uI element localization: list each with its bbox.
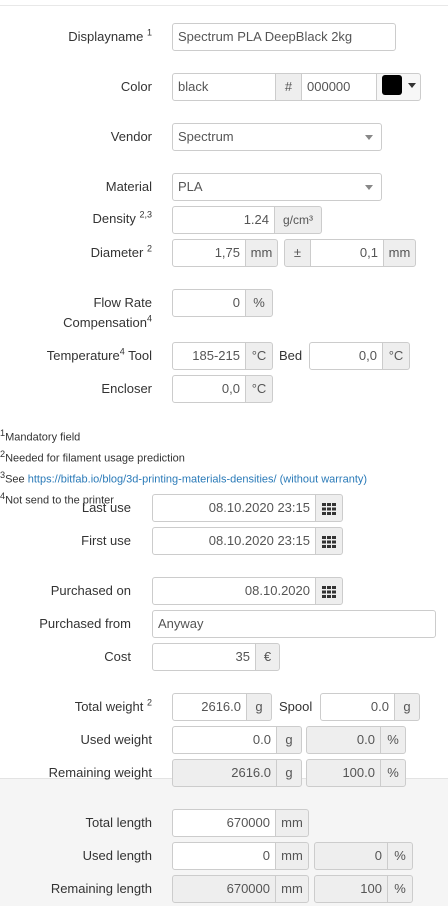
cost-label: Cost: [104, 649, 131, 664]
calendar-icon: [322, 535, 336, 548]
top-divider: [0, 5, 448, 6]
spool-weight-unit: g: [394, 693, 420, 721]
total-weight-label: Total weight 2: [74, 697, 152, 714]
used-length-percent-unit: %: [387, 842, 413, 870]
flow-rate-input[interactable]: 0: [172, 289, 246, 317]
used-weight-label: Used weight: [80, 732, 152, 747]
remaining-length-percent: 100: [314, 875, 388, 903]
used-weight-percent-unit: %: [380, 726, 406, 754]
displayname-input[interactable]: Spectrum PLA DeepBlack 2kg: [172, 23, 396, 51]
vendor-select[interactable]: Spectrum: [172, 123, 382, 151]
remaining-length-input: 670000: [172, 875, 276, 903]
footnote-2: 2Needed for filament usage prediction: [0, 449, 185, 465]
used-weight-unit: g: [276, 726, 302, 754]
color-swatch: [382, 75, 402, 95]
remaining-weight-unit: g: [276, 759, 302, 787]
remaining-length-label: Remaining length: [50, 881, 152, 896]
vendor-label: Vendor: [110, 129, 152, 144]
purchased-from-label: Purchased from: [39, 616, 131, 631]
displayname-label: Displayname 1: [68, 27, 152, 44]
used-length-percent: 0: [314, 842, 388, 870]
remaining-weight-percent: 100.0: [306, 759, 381, 787]
diameter-unit: mm: [245, 239, 278, 267]
purchased-on-input[interactable]: 08.10.2020: [152, 577, 316, 605]
encloser-input[interactable]: 0,0: [172, 375, 246, 403]
spool-weight-input[interactable]: 0.0: [320, 693, 395, 721]
diameter-input[interactable]: 1,75: [172, 239, 246, 267]
density-unit: g/cm³: [274, 206, 322, 234]
diameter-label: Diameter 2: [90, 243, 152, 260]
used-length-unit: mm: [275, 842, 309, 870]
diameter-tolerance-input[interactable]: 0,1: [310, 239, 384, 267]
color-name-input[interactable]: black: [172, 73, 276, 101]
used-length-input[interactable]: 0: [172, 842, 276, 870]
calendar-icon: [322, 585, 336, 598]
first-use-label: First use: [81, 533, 131, 548]
plus-minus-addon: ±: [284, 239, 311, 267]
total-weight-unit: g: [246, 693, 272, 721]
used-weight-input[interactable]: 0.0: [172, 726, 277, 754]
tolerance-unit: mm: [383, 239, 416, 267]
density-input[interactable]: 1.24: [172, 206, 275, 234]
last-use-label: Last use: [81, 500, 131, 515]
flow-rate-unit: %: [245, 289, 273, 317]
footnote-3: 3See https://bitfab.io/blog/3d-printing-…: [0, 470, 368, 486]
calendar-button[interactable]: [315, 494, 343, 522]
chevron-down-icon: [365, 135, 373, 140]
calendar-button[interactable]: [315, 577, 343, 605]
first-use-input[interactable]: 08.10.2020 23:15: [152, 527, 316, 555]
remaining-length-percent-unit: %: [387, 875, 413, 903]
material-select[interactable]: PLA: [172, 173, 382, 201]
flow-rate-label-line2: Compensation4: [63, 313, 152, 330]
tool-temperature-input[interactable]: 185-215: [172, 342, 246, 370]
total-length-input[interactable]: 670000: [172, 809, 276, 837]
bed-temperature-input[interactable]: 0,0: [309, 342, 383, 370]
chevron-down-icon: [365, 185, 373, 190]
material-label: Material: [105, 179, 152, 194]
calendar-icon: [322, 502, 336, 515]
color-label: Color: [120, 79, 152, 94]
used-weight-percent: 0.0: [306, 726, 381, 754]
remaining-weight-percent-unit: %: [380, 759, 406, 787]
tool-temperature-unit: °C: [245, 342, 273, 370]
last-use-input[interactable]: 08.10.2020 23:15: [152, 494, 316, 522]
bed-temperature-unit: °C: [382, 342, 410, 370]
currency-unit: €: [255, 643, 280, 671]
remaining-length-unit: mm: [275, 875, 309, 903]
purchased-on-label: Purchased on: [50, 583, 131, 598]
spool-label: Spool: [279, 699, 313, 714]
densities-link[interactable]: https://bitfab.io/blog/3d-printing-mater…: [28, 474, 367, 486]
remaining-weight-label: Remaining weight: [48, 765, 152, 780]
color-hex-input[interactable]: 000000: [301, 73, 377, 101]
total-length-unit: mm: [275, 809, 309, 837]
total-length-label: Total length: [85, 815, 153, 830]
encloser-label: Encloser: [101, 381, 152, 396]
bed-label: Bed: [279, 348, 303, 363]
density-label: Density 2,3: [92, 209, 153, 226]
used-length-label: Used length: [82, 848, 152, 863]
temperature-label: Temperature4 Tool: [46, 346, 152, 363]
flow-rate-label: Flow Rate: [93, 295, 152, 310]
cost-input[interactable]: 35: [152, 643, 256, 671]
calendar-button[interactable]: [315, 527, 343, 555]
chevron-down-icon: [408, 83, 416, 88]
purchased-from-input[interactable]: Anyway: [152, 610, 436, 638]
encloser-unit: °C: [245, 375, 273, 403]
total-weight-input[interactable]: 2616.0: [172, 693, 247, 721]
hash-addon: #: [275, 73, 302, 101]
remaining-weight-input: 2616.0: [172, 759, 277, 787]
footnote-1: 1Mandatory field: [0, 428, 81, 444]
